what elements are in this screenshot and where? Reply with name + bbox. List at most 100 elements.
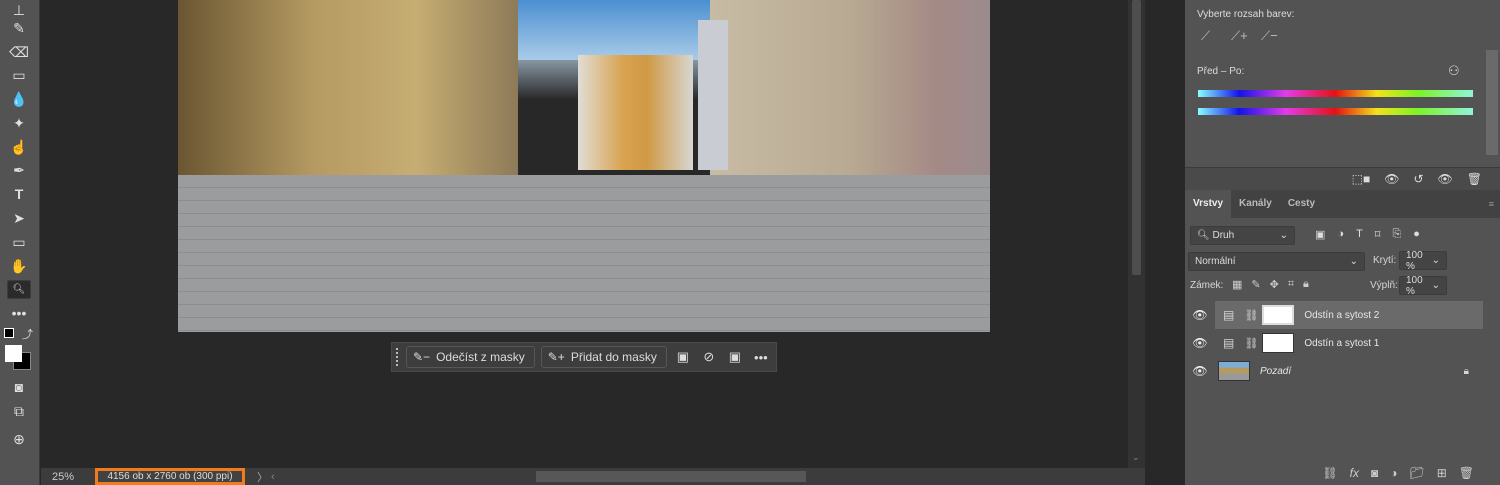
- rectangle-tool[interactable]: ▭: [7, 232, 31, 252]
- add-to-mask-button[interactable]: ✎+ Přidat do masky: [540, 346, 667, 368]
- visibility-eye-icon[interactable]: 👁: [1185, 336, 1215, 350]
- link-layers-icon[interactable]: ⛓︎: [1322, 466, 1337, 480]
- document-info[interactable]: 4156 ob x 2760 ob (300 ppi): [95, 468, 245, 485]
- invert-mask-icon[interactable]: ▣: [725, 347, 745, 367]
- eyedropper-minus-icon[interactable]: ⟋−: [1261, 28, 1278, 44]
- tab-paths[interactable]: Cesty: [1280, 190, 1323, 218]
- link-icon[interactable]: ⛓︎: [1244, 337, 1258, 350]
- eyedropper-plus-icon[interactable]: ⟋+: [1231, 28, 1248, 44]
- tab-channels[interactable]: Kanály: [1231, 190, 1280, 218]
- brush-minus-icon: ✎−: [413, 350, 431, 364]
- default-colors-icon[interactable]: [4, 328, 14, 338]
- zoom-tool[interactable]: 🔍︎: [7, 280, 31, 299]
- fill-input[interactable]: 100 % ⌄: [1399, 275, 1447, 297]
- new-group-icon[interactable]: 📁︎: [1409, 466, 1424, 480]
- eyedropper-icon[interactable]: ⟋: [1201, 28, 1210, 44]
- swap-colors-icon[interactable]: ⤴: [22, 326, 33, 342]
- filter-adjustment-icon[interactable]: ◑: [1337, 228, 1344, 241]
- color-range-label: Vyberte rozsah barev:: [1197, 9, 1295, 20]
- link-icon[interactable]: ⛓︎: [1244, 309, 1258, 322]
- edit-toolbar-icon[interactable]: ⊕: [7, 429, 31, 449]
- properties-panel: Vyberte rozsah barev: ⟋ ⟋+ ⟋− Před – Po:…: [1185, 0, 1500, 190]
- screen-mode-icon[interactable]: ⧉: [7, 401, 31, 421]
- document-image[interactable]: [178, 0, 990, 332]
- filter-shape-icon[interactable]: ⌑: [1375, 228, 1381, 241]
- layer-name[interactable]: Odstín a sytost 1: [1304, 338, 1379, 349]
- blur-tool[interactable]: 💧: [7, 89, 31, 109]
- tools-panel: ⊥ ✎ ⌫ ▭ 💧 ✦ ☝ ✒ T ➤ ▭ ✋ 🔍︎ ••• ⤴ ◙ ⧉ ⊕: [0, 0, 40, 485]
- filter-toggle-icon[interactable]: ●: [1413, 228, 1420, 241]
- new-layer-icon[interactable]: ⊞: [1437, 466, 1447, 480]
- visibility-eye-icon[interactable]: 👁: [1185, 308, 1215, 322]
- disable-mask-icon[interactable]: ⊘: [699, 347, 719, 367]
- dodge-tool[interactable]: ✦: [7, 113, 31, 133]
- view-previous-state-icon[interactable]: 👁︎: [1384, 172, 1399, 186]
- lock-all-icon[interactable]: 🔒︎: [1303, 278, 1309, 291]
- lock-position-icon[interactable]: ✥: [1270, 278, 1279, 291]
- layer-name[interactable]: Pozadí: [1260, 366, 1291, 377]
- visibility-eye-icon[interactable]: 👁: [1185, 364, 1215, 378]
- more-options-icon[interactable]: •••: [751, 347, 771, 367]
- opacity-label: Krytí:: [1373, 255, 1397, 266]
- layer-row[interactable]: 👁 ▤ ⛓︎ Odstín a sytost 2: [1185, 301, 1483, 329]
- hue-saturation-icon: ▤: [1223, 336, 1235, 350]
- layer-mask-thumbnail[interactable]: [1262, 333, 1295, 353]
- status-menu-arrow-icon[interactable]: 〉: [257, 469, 268, 485]
- lock-image-icon[interactable]: ✎: [1251, 278, 1260, 291]
- toggle-visibility-icon[interactable]: 👁: [1438, 172, 1453, 186]
- stamp-tool[interactable]: ⊥: [7, 0, 31, 20]
- fx-icon[interactable]: fx: [1350, 466, 1359, 480]
- layers-panel: Vrstvy Kanály Cesty ≡ 🔍︎ Druh ⌄ ▣ ◑ T ⌑ ⎘ ● No…: [1185, 190, 1500, 485]
- after-hue-bar[interactable]: [1198, 108, 1473, 115]
- contextual-taskbar: ✎− Odečíst z masky ✎+ Přidat do masky ▣ ⊘ …: [391, 342, 777, 372]
- vertical-scrollbar[interactable]: ⌄: [1128, 0, 1145, 468]
- lock-transparent-icon[interactable]: ▦: [1232, 278, 1242, 291]
- delete-icon[interactable]: 🗑︎: [1467, 172, 1482, 186]
- lock-icon: 🔒︎: [1463, 365, 1469, 377]
- opacity-input[interactable]: 100 % ⌄: [1399, 250, 1447, 272]
- panel-menu-icon[interactable]: ≡: [1483, 190, 1500, 218]
- filter-pixel-icon[interactable]: ▣: [1315, 228, 1325, 241]
- gradient-tool[interactable]: ▭: [7, 65, 31, 85]
- status-bar: 25% 4156 ob x 2760 ob (300 ppi) 〉 ‹: [41, 468, 1145, 485]
- delete-layer-icon[interactable]: 🗑︎: [1459, 466, 1474, 480]
- before-hue-bar: [1198, 90, 1473, 97]
- clip-to-layer-icon[interactable]: ⬚■: [1352, 172, 1371, 186]
- layer-row[interactable]: 👁 Pozadí 🔒︎: [1185, 357, 1483, 385]
- foreground-color-swatch[interactable]: [5, 345, 22, 362]
- eraser-tool[interactable]: ⌫: [7, 42, 31, 62]
- blend-mode-select[interactable]: Normální ⌄: [1188, 252, 1365, 271]
- brush-plus-icon: ✎+: [547, 350, 565, 364]
- more-tools-icon[interactable]: •••: [7, 303, 31, 323]
- smudge-tool[interactable]: ☝: [7, 137, 31, 157]
- path-selection-tool[interactable]: ➤: [7, 208, 31, 228]
- lock-label: Zámek:: [1190, 280, 1224, 291]
- quick-mask-icon[interactable]: ◙: [7, 377, 31, 397]
- layer-row[interactable]: 👁 ▤ ⛓︎ Odstín a sytost 1: [1185, 329, 1483, 357]
- mask-settings-icon[interactable]: ▣: [673, 347, 693, 367]
- subtract-from-mask-button[interactable]: ✎− Odečíst z masky: [406, 346, 535, 368]
- tab-layers[interactable]: Vrstvy: [1185, 190, 1232, 218]
- layer-name[interactable]: Odstín a sytost 2: [1304, 310, 1379, 321]
- type-tool[interactable]: T: [7, 184, 31, 204]
- pen-tool[interactable]: ✒: [7, 160, 31, 180]
- reset-icon[interactable]: ↺: [1413, 172, 1423, 186]
- filter-kind-select[interactable]: 🔍︎ Druh ⌄: [1190, 226, 1295, 245]
- lock-artboard-icon[interactable]: ⌗: [1288, 278, 1294, 291]
- hue-saturation-icon: ▤: [1223, 308, 1235, 322]
- layer-mask-thumbnail[interactable]: [1262, 305, 1295, 325]
- drag-handle[interactable]: [396, 348, 400, 366]
- new-adjustment-layer-icon[interactable]: ◑: [1390, 466, 1397, 480]
- filter-smart-object-icon[interactable]: ⎘: [1392, 228, 1401, 241]
- search-icon: 🔍︎: [1197, 230, 1213, 241]
- history-brush-tool[interactable]: ✎: [7, 18, 31, 38]
- fill-label: Výplň:: [1370, 280, 1398, 291]
- targeted-adjustment-icon[interactable]: ⚇: [1448, 63, 1460, 79]
- hand-tool[interactable]: ✋: [7, 256, 31, 276]
- layer-thumbnail[interactable]: [1218, 361, 1250, 381]
- filter-type-icon[interactable]: T: [1356, 228, 1363, 241]
- add-mask-icon[interactable]: ◙: [1371, 466, 1378, 480]
- zoom-level[interactable]: 25%: [41, 471, 91, 483]
- properties-scrollbar[interactable]: [1486, 50, 1498, 155]
- horizontal-scrollbar[interactable]: ‹: [271, 471, 1131, 483]
